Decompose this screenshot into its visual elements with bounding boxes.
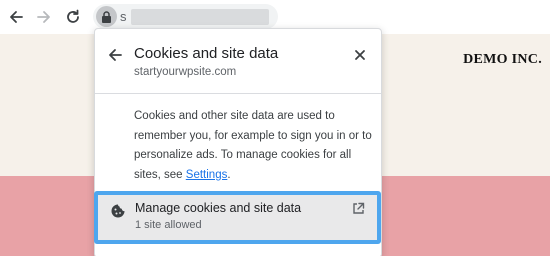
arrow-right-icon <box>37 11 50 23</box>
url-redacted <box>131 9 269 25</box>
popup-title: Cookies and site data <box>134 45 279 62</box>
close-icon <box>355 50 365 60</box>
address-bar[interactable]: s <box>93 4 278 29</box>
external-link-icon <box>352 202 365 215</box>
sites-allowed-count: 1 site allowed <box>135 219 202 231</box>
lock-icon <box>102 10 111 23</box>
arrow-left-icon <box>10 11 23 23</box>
back-button[interactable] <box>5 6 27 28</box>
manage-cookies-row[interactable]: Manage cookies and site data 1 site allo… <box>94 191 381 244</box>
reload-button[interactable] <box>62 6 84 28</box>
reload-icon <box>67 9 79 23</box>
page-brand-logo: DEMO INC. <box>463 52 542 67</box>
forward-button[interactable] <box>33 6 55 28</box>
cookies-description: Cookies and other site data are used to … <box>134 107 374 185</box>
url-text: s <box>120 9 127 24</box>
cookie-icon <box>110 203 126 219</box>
divider <box>95 93 381 94</box>
description-end: . <box>227 168 231 181</box>
manage-cookies-label: Manage cookies and site data <box>135 201 302 215</box>
close-button[interactable] <box>353 48 367 62</box>
settings-link[interactable]: Settings <box>186 169 228 181</box>
popup-back-button[interactable] <box>107 47 123 63</box>
site-domain: startyourwpsite.com <box>134 66 237 78</box>
arrow-left-icon <box>109 49 122 61</box>
description-text: Cookies and other site data are used to … <box>134 110 372 181</box>
site-info-button[interactable] <box>96 6 117 27</box>
